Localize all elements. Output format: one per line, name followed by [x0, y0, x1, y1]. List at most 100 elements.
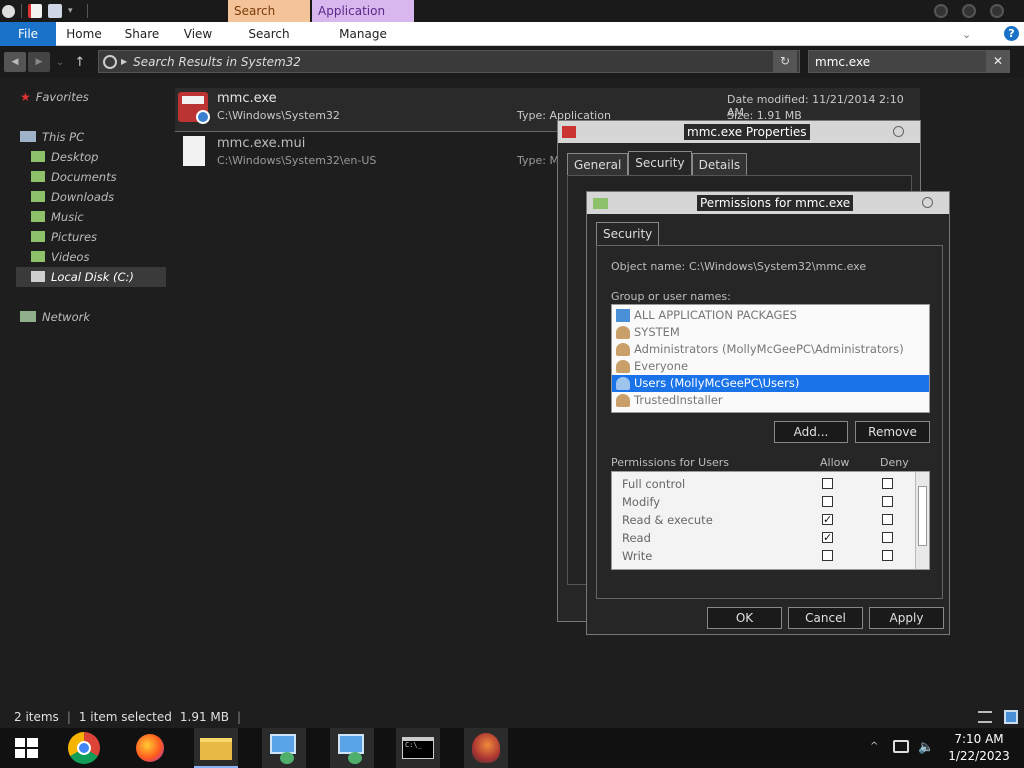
nav-documents[interactable]: Documents: [31, 167, 117, 187]
nav-favorites[interactable]: ★ Favorites: [20, 87, 89, 107]
properties-title-bar: mmc.exe Properties: [558, 121, 920, 143]
read-allow-checkbox[interactable]: [822, 529, 833, 547]
up-arrow-icon[interactable]: ↑: [74, 55, 85, 70]
object-name-label: Object name:: [611, 260, 686, 273]
users-icon: [616, 360, 630, 373]
tab-home[interactable]: Home: [60, 22, 108, 46]
close-icon[interactable]: [922, 197, 933, 208]
start-button[interactable]: [4, 728, 48, 768]
tab-general[interactable]: General: [567, 153, 629, 175]
large-icons-view-icon[interactable]: [1004, 710, 1018, 724]
group-list[interactable]: ALL APPLICATION PACKAGES SYSTEM Administ…: [611, 304, 930, 413]
details-view-icon[interactable]: [978, 711, 992, 723]
add-button[interactable]: Add...: [774, 421, 848, 443]
list-item[interactable]: Administrators (MollyMcGeePC\Administrat…: [612, 341, 929, 358]
write-allow-checkbox[interactable]: [822, 550, 833, 561]
clear-search-icon[interactable]: ✕: [986, 51, 1010, 72]
close-icon[interactable]: [893, 126, 904, 137]
volume-icon[interactable]: 🔈: [918, 740, 934, 755]
music-folder-icon: [31, 211, 45, 222]
properties-tabs: General Security Details: [567, 151, 748, 175]
help-icon[interactable]: ?: [1004, 26, 1019, 41]
ok-button[interactable]: OK: [707, 607, 782, 629]
search-icon[interactable]: [2, 4, 15, 18]
remote-desktop-icon[interactable]: [330, 728, 374, 768]
chrome-icon[interactable]: [62, 728, 106, 768]
modify-allow-checkbox[interactable]: [822, 496, 833, 507]
tab-security[interactable]: Security: [628, 151, 692, 175]
search-results-icon: [103, 54, 117, 69]
read-deny-checkbox[interactable]: [882, 532, 893, 543]
cancel-button[interactable]: Cancel: [788, 607, 863, 629]
search-input[interactable]: mmc.exe: [808, 50, 1010, 73]
permissions-title: Permissions for mmc.exe: [697, 195, 854, 211]
rufus-icon[interactable]: [464, 728, 508, 768]
list-item-selected[interactable]: Users (MollyMcGeePC\Users): [612, 375, 929, 392]
back-arrow-icon[interactable]: ◀: [4, 52, 26, 72]
close-button[interactable]: [990, 4, 1004, 18]
file-explorer-icon[interactable]: [194, 728, 238, 768]
tab-security[interactable]: Security: [596, 222, 660, 246]
tab-view[interactable]: View: [176, 22, 220, 46]
full-control-deny-checkbox[interactable]: [882, 478, 893, 489]
maximize-button[interactable]: [962, 4, 976, 18]
list-item[interactable]: TrustedInstaller: [612, 392, 929, 409]
tab-file[interactable]: File: [0, 22, 56, 46]
minimize-button[interactable]: [934, 4, 948, 18]
chevron-down-icon[interactable]: ⌄: [962, 28, 971, 41]
firefox-icon[interactable]: [128, 728, 172, 768]
permission-row: Write: [612, 547, 929, 565]
read-execute-allow-checkbox[interactable]: [822, 511, 833, 529]
tab-details[interactable]: Details: [691, 153, 748, 175]
documents-folder-icon: [31, 171, 45, 182]
apply-button[interactable]: Apply: [869, 607, 944, 629]
nav-downloads[interactable]: Downloads: [31, 187, 114, 207]
nav-pictures[interactable]: Pictures: [31, 227, 97, 247]
network-icon: [20, 311, 36, 322]
permissions-scrollbar[interactable]: [915, 472, 929, 569]
breadcrumb-arrow-icon[interactable]: ▶: [121, 57, 127, 66]
list-item[interactable]: ALL APPLICATION PACKAGES: [612, 307, 929, 324]
properties-icon[interactable]: [28, 4, 42, 18]
forward-arrow-icon[interactable]: ▶: [28, 52, 50, 72]
chevron-down-icon[interactable]: ▾: [68, 6, 73, 16]
nav-desktop[interactable]: Desktop: [31, 147, 98, 167]
remote-desktop-icon[interactable]: [262, 728, 306, 768]
nav-videos[interactable]: Videos: [31, 247, 89, 267]
clock[interactable]: 7:10 AM 1/22/2023: [941, 732, 1017, 763]
new-folder-icon[interactable]: [48, 4, 62, 18]
tab-search[interactable]: Search: [232, 22, 306, 46]
title-bar: ▾ Search Tools Application Tools: [0, 0, 1024, 40]
permission-row: Full control: [612, 475, 929, 493]
clock-date: 1/22/2023: [948, 749, 1010, 763]
modify-deny-checkbox[interactable]: [882, 496, 893, 507]
permissions-for-label: Permissions for Users: [611, 456, 729, 469]
star-icon: ★: [20, 90, 31, 104]
nav-network[interactable]: Network: [20, 307, 90, 327]
nav-local-disk[interactable]: Local Disk (C:): [16, 267, 166, 287]
clock-time: 7:10 AM: [954, 732, 1004, 746]
network-status-icon[interactable]: [893, 740, 909, 753]
recent-locations-icon[interactable]: ⌄: [56, 57, 64, 68]
tab-manage[interactable]: Manage: [322, 22, 404, 46]
refresh-icon[interactable]: ↻: [773, 51, 797, 72]
permissions-pane: Object name: C:\Windows\System32\mmc.exe…: [596, 245, 943, 599]
nav-this-pc[interactable]: This PC: [20, 127, 84, 147]
application-tools-context-tab[interactable]: Application Tools: [312, 0, 414, 40]
tab-share[interactable]: Share: [116, 22, 168, 46]
command-prompt-icon[interactable]: C:\_: [396, 728, 440, 768]
full-control-allow-checkbox[interactable]: [822, 478, 833, 489]
application-icon: [562, 126, 576, 138]
search-tools-context-tab[interactable]: Search Tools: [228, 0, 310, 40]
users-icon: [616, 377, 630, 390]
show-hidden-icons-icon[interactable]: ^: [870, 741, 878, 752]
remove-button[interactable]: Remove: [855, 421, 930, 443]
users-icon: [616, 394, 630, 407]
list-item[interactable]: SYSTEM: [612, 324, 929, 341]
file-name: mmc.exe.mui: [217, 136, 306, 151]
nav-music[interactable]: Music: [31, 207, 84, 227]
read-execute-deny-checkbox[interactable]: [882, 514, 893, 525]
address-bar[interactable]: ▶ Search Results in System32: [98, 50, 800, 73]
list-item[interactable]: Everyone: [612, 358, 929, 375]
write-deny-checkbox[interactable]: [882, 550, 893, 561]
